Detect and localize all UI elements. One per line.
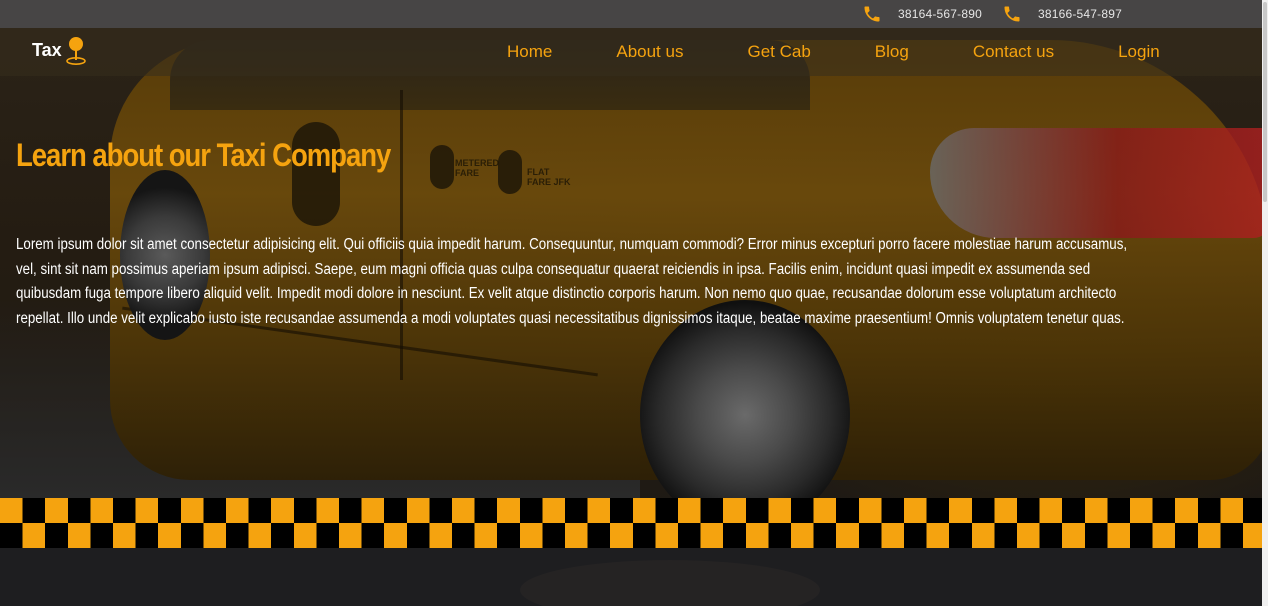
nav-home[interactable]: Home [475,42,584,62]
scrollbar-thumb[interactable] [1263,2,1267,202]
phone-contact-2[interactable]: 38166-547-897 [1002,4,1122,24]
about-paragraph: Lorem ipsum dolor sit amet consectetur a… [16,236,1128,327]
phone-icon [864,6,880,22]
nav-login[interactable]: Login [1086,42,1192,62]
page-title: Learn about our Taxi Company [16,137,391,173]
flat-fare-text: FLAT FARE JFK [527,167,571,187]
contact-topbar: 38164-567-890 38166-547-897 [0,0,1262,28]
metered-fare-text: METERED FARE [455,158,500,178]
metered-fare-badge [430,145,454,189]
nav-get-cab[interactable]: Get Cab [715,42,842,62]
front-wheel [640,300,850,530]
nav-about-us[interactable]: About us [584,42,715,62]
tail-light [930,128,1262,238]
map-pin-icon [65,37,86,65]
phone-icon [1004,6,1020,22]
flat-fare-badge [498,150,522,194]
phone-number: 38166-547-897 [1037,7,1122,21]
phone-contact-1[interactable]: 38164-567-890 [862,4,982,24]
nav-contact-us[interactable]: Contact us [941,42,1086,62]
checkered-stripe-top [0,498,1262,523]
nav-blog[interactable]: Blog [843,42,941,62]
main-navbar: Tax Home About us Get Cab Blog Contact u… [0,28,1262,76]
nav-menu: Home About us Get Cab Blog Contact us Lo… [475,28,1192,76]
phone-number: 38164-567-890 [897,7,982,21]
brand-name: Tax [32,39,62,60]
checkered-stripe-bottom [0,523,1262,548]
brand-logo[interactable]: Tax [32,34,88,66]
